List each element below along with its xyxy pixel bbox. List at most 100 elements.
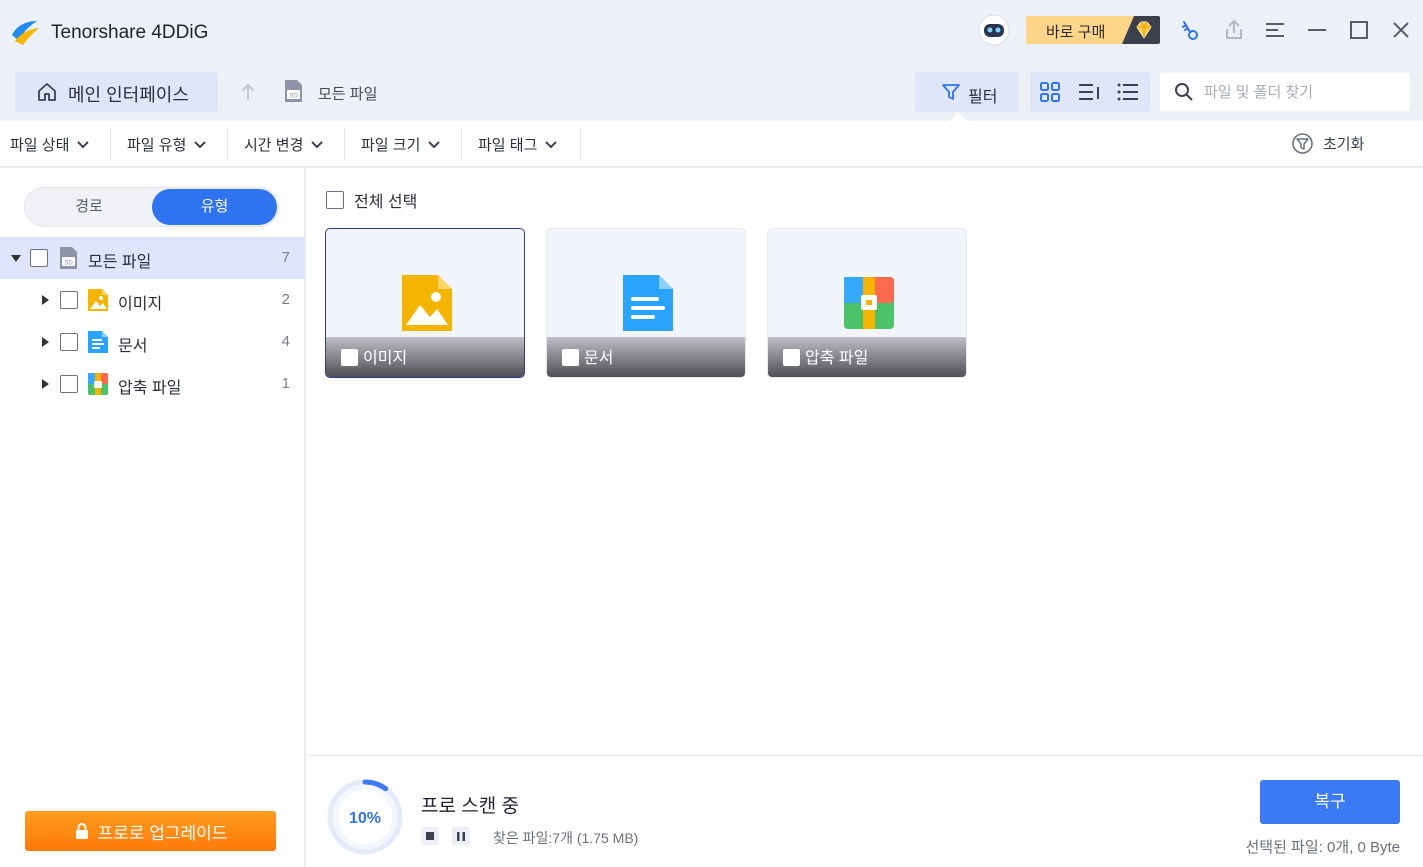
chevron-down-icon: [545, 140, 558, 148]
expand-icon[interactable]: [42, 337, 49, 347]
checkbox[interactable]: [60, 291, 78, 309]
scan-progress-ring: 10%: [327, 779, 403, 855]
view-toggle: 경로 유형: [24, 187, 279, 227]
tree-item-label: 문서: [118, 338, 148, 355]
archive-file-icon: [88, 373, 108, 395]
reset-label: 초기화: [1323, 136, 1365, 153]
filter-time-modified[interactable]: 시간 변경: [244, 134, 324, 155]
search-input[interactable]: [1204, 79, 1400, 105]
main-interface-label: 메인 인터페이스: [68, 85, 189, 105]
chevron-down-icon: [428, 140, 441, 148]
search-icon: [1175, 83, 1193, 101]
tree-item-all-files[interactable]: SD 모든 파일 7: [0, 237, 305, 279]
main-content: 전체 선택 이미지 문서 압축 파일: [306, 168, 1423, 755]
menu-icon[interactable]: [1260, 15, 1290, 45]
divider: [344, 128, 345, 160]
divider: [110, 128, 111, 160]
chevron-down-icon: [311, 140, 324, 148]
minimize-icon[interactable]: [1302, 15, 1332, 45]
found-files-text: 찾은 파일:7개 (1.75 MB): [493, 830, 639, 846]
filter-file-size[interactable]: 파일 크기: [361, 134, 441, 155]
filter-file-size-label: 파일 크기: [361, 137, 421, 154]
sd-card-icon: SD: [285, 80, 302, 102]
svg-text:SD: SD: [289, 94, 298, 100]
tree-item-documents[interactable]: 문서 4: [0, 321, 305, 363]
title-bar: Tenorshare 4DDiG 바로 구매: [0, 0, 1423, 62]
buy-now-button[interactable]: 바로 구매: [1026, 16, 1160, 44]
filter-file-type[interactable]: 파일 유형: [127, 134, 207, 155]
progress-percent: 10%: [349, 810, 381, 827]
checkbox[interactable]: [60, 375, 78, 393]
tree-item-images[interactable]: 이미지 2: [0, 279, 305, 321]
buy-now-label: 바로 구매: [1046, 24, 1106, 41]
filter-file-status[interactable]: 파일 상태: [10, 134, 90, 155]
list-view-icon[interactable]: [1116, 80, 1140, 104]
image-file-icon: [88, 289, 108, 311]
app-logo-icon: [12, 21, 39, 45]
stop-icon: [426, 832, 434, 840]
tab-path[interactable]: 경로: [25, 188, 153, 226]
document-file-icon: [623, 275, 673, 331]
upgrade-to-pro-button[interactable]: 프로로 업그레이드: [25, 811, 276, 851]
upgrade-label: 프로로 업그레이드: [97, 823, 228, 843]
svg-text:SD: SD: [64, 261, 73, 267]
filter-file-tag[interactable]: 파일 태그: [478, 134, 558, 155]
close-icon[interactable]: [1386, 15, 1416, 45]
reset-filter-icon: [1292, 133, 1313, 154]
recover-button[interactable]: 복구: [1260, 780, 1400, 824]
card-label: 이미지: [363, 350, 408, 367]
status-bar: 10% 프로 스캔 중 찾은 파일:7개 (1.75 MB) 복구 선택된 파일…: [306, 755, 1423, 867]
robot-icon[interactable]: [977, 13, 1011, 47]
document-file-icon: [88, 331, 108, 353]
divider: [461, 128, 462, 160]
collapse-icon[interactable]: [11, 255, 21, 262]
category-card-documents[interactable]: 문서: [546, 228, 746, 378]
tree-item-count: 1: [281, 375, 290, 392]
filter-panel-pointer: [949, 112, 967, 121]
chevron-down-icon: [77, 140, 90, 148]
lock-icon: [75, 823, 88, 839]
maximize-icon[interactable]: [1344, 15, 1374, 45]
expand-icon[interactable]: [42, 295, 49, 305]
filter-time-modified-label: 시간 변경: [244, 137, 304, 154]
checkbox[interactable]: [562, 349, 579, 366]
tree-item-label: 압축 파일: [118, 380, 182, 397]
checkbox[interactable]: [326, 191, 344, 209]
app-title: Tenorshare 4DDiG: [51, 22, 209, 43]
reset-filter-button[interactable]: 초기화: [1291, 132, 1364, 155]
filter-bar: 파일 상태 파일 유형 시간 변경 파일 크기 파일 태그 초기화: [0, 121, 1423, 167]
category-card-archives[interactable]: 압축 파일: [767, 228, 967, 378]
share-icon[interactable]: [1219, 15, 1249, 45]
stop-button[interactable]: [421, 827, 439, 845]
tree-item-archives[interactable]: 압축 파일 1: [0, 363, 305, 405]
breadcrumb[interactable]: 모든 파일: [318, 83, 377, 104]
up-arrow-icon[interactable]: [236, 80, 260, 104]
pause-button[interactable]: [452, 827, 470, 845]
grid-view-icon[interactable]: [1038, 80, 1062, 104]
checkbox[interactable]: [30, 249, 48, 267]
checkbox[interactable]: [783, 349, 800, 366]
tree-item-count: 2: [281, 291, 290, 308]
tree-item-count: 7: [281, 249, 290, 266]
filter-button[interactable]: 필터: [915, 72, 1019, 112]
filter-file-tag-label: 파일 태그: [478, 137, 538, 154]
diamond-icon: [1136, 21, 1152, 39]
checkbox[interactable]: [341, 349, 358, 366]
tree-item-label: 모든 파일: [88, 254, 152, 271]
pause-icon: [457, 831, 465, 841]
archive-file-icon: [844, 277, 894, 329]
detail-view-icon[interactable]: [1077, 80, 1101, 104]
key-icon[interactable]: [1174, 15, 1204, 45]
category-card-images[interactable]: 이미지: [325, 228, 525, 378]
main-interface-button[interactable]: 메인 인터페이스: [15, 72, 218, 112]
divider: [580, 128, 581, 160]
selected-files-info: 선택된 파일: 0개, 0 Byte: [1245, 839, 1400, 856]
checkbox[interactable]: [60, 333, 78, 351]
expand-icon[interactable]: [42, 379, 49, 389]
select-all-checkbox[interactable]: 전체 선택: [326, 188, 417, 212]
tree-item-label: 이미지: [118, 296, 163, 313]
select-all-label: 전체 선택: [354, 194, 418, 211]
sidebar: 경로 유형 SD 모든 파일 7 이미지 2 문서 4 압축 파일 1 프로로 …: [0, 168, 305, 867]
tab-type[interactable]: 유형: [152, 189, 277, 225]
sd-card-icon: SD: [60, 247, 77, 269]
